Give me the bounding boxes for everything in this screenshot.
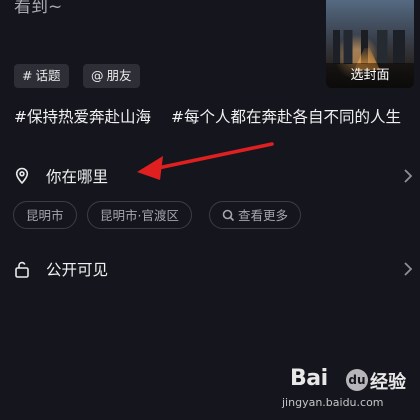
chevron-right-icon xyxy=(404,169,413,183)
unlock-icon xyxy=(15,261,29,278)
cover-thumbnail[interactable]: 选封面 xyxy=(326,0,414,88)
location-row[interactable]: 你在哪里 xyxy=(0,158,420,194)
hashtag-list: #保持热爱奔赴山海 #每个人都在奔赴各自不同的人生 xyxy=(14,105,401,127)
watermark-logo: Bai xyxy=(290,366,328,391)
search-icon xyxy=(222,209,235,222)
location-label: 你在哪里 xyxy=(46,168,109,186)
hashtag[interactable]: #每个人都在奔赴各自不同的人生 xyxy=(171,108,401,126)
location-chip-kunming[interactable]: 昆明市 xyxy=(13,201,77,229)
location-see-more-button[interactable]: 查看更多 xyxy=(209,201,302,229)
paw-icon: du xyxy=(346,369,368,391)
baidu-jingyan-watermark: Bai du 经验 jingyan.baidu.com xyxy=(282,366,412,414)
at-icon: @ xyxy=(91,68,104,83)
location-chip-guandu[interactable]: 昆明市·官渡区 xyxy=(87,201,192,229)
mention-friend-label: 朋友 xyxy=(106,68,132,83)
caption-text: 看到~ xyxy=(14,0,63,17)
see-more-label: 查看更多 xyxy=(238,208,289,223)
privacy-label: 公开可见 xyxy=(46,261,109,279)
chevron-right-icon xyxy=(404,262,413,276)
watermark-name: 经验 xyxy=(370,372,406,393)
location-pin-icon xyxy=(15,167,29,185)
hash-icon: # xyxy=(22,68,33,83)
topic-tag-label: 话题 xyxy=(35,68,61,83)
privacy-row[interactable]: 公开可见 xyxy=(0,251,420,287)
watermark-url: jingyan.baidu.com xyxy=(282,396,384,409)
select-cover-button[interactable]: 选封面 xyxy=(326,63,414,88)
mention-friend-button[interactable]: @ 朋友 xyxy=(83,64,140,88)
hashtag[interactable]: #保持热爱奔赴山海 xyxy=(14,108,151,126)
topic-tag-button[interactable]: # 话题 xyxy=(14,64,69,88)
